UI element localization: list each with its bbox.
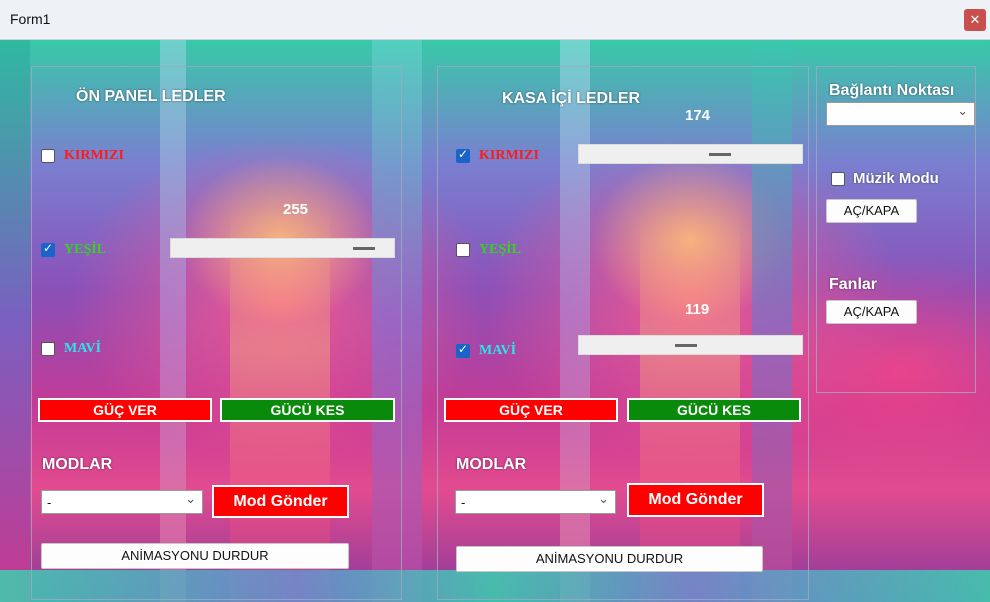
front-green-slider[interactable] [170,238,395,258]
music-toggle-button[interactable]: AÇ/KAPA [826,199,917,223]
front-mode-select[interactable]: - ⌄ [41,490,203,514]
case-blue-slider[interactable] [578,335,803,355]
slider-thumb[interactable] [709,153,731,156]
case-red-checkbox[interactable] [456,147,470,163]
front-green-checkbox[interactable] [41,241,55,257]
music-mode-label: Müzik Modu [853,170,939,187]
front-power-on-button[interactable]: GÜÇ VER [38,398,212,422]
slider-thumb[interactable] [675,344,697,347]
case-green-label: YEŞİL [479,242,522,257]
bg-stripe [0,40,30,602]
title-bar: Form1 ✕ [0,0,990,40]
case-green-checkbox[interactable] [456,243,470,257]
front-stop-animation-button[interactable]: ANİMASYONU DURDUR [41,543,349,569]
front-blue-checkbox[interactable] [41,342,55,356]
window-title: Form1 [10,11,51,27]
case-stop-animation-button[interactable]: ANİMASYONU DURDUR [456,546,763,572]
case-red-slider[interactable] [578,144,803,164]
case-modes-heading: MODLAR [456,456,527,473]
front-send-mode-button[interactable]: Mod Gönder [212,485,349,518]
front-modes-heading: MODLAR [42,456,113,473]
front-blue-label: MAVİ [64,341,102,356]
front-green-label: YEŞİL [64,242,107,257]
front-red-checkbox[interactable] [41,149,55,163]
fans-heading: Fanlar [829,276,878,293]
front-green-value: 255 [283,201,309,218]
port-select[interactable]: ⌄ [826,102,975,126]
front-red-label: KIRMIZI [64,148,124,163]
case-red-value: 174 [685,107,711,124]
case-blue-value: 119 [685,301,710,318]
chevron-down-icon: ⌄ [185,492,196,507]
music-mode-checkbox[interactable] [831,172,845,186]
slider-thumb[interactable] [353,247,375,250]
front-power-off-button[interactable]: GÜCÜ KES [220,398,395,422]
case-send-mode-button[interactable]: Mod Gönder [627,483,764,517]
case-power-on-button[interactable]: GÜÇ VER [444,398,618,422]
case-power-off-button[interactable]: GÜCÜ KES [627,398,801,422]
case-red-label: KIRMIZI [479,148,539,163]
front-mode-select-value: - [47,495,52,510]
case-panel-heading: KASA İÇİ LEDLER [502,90,641,107]
front-panel-group [31,66,402,600]
fans-toggle-button[interactable]: AÇ/KAPA [826,300,917,324]
chevron-down-icon: ⌄ [598,492,609,507]
close-icon[interactable]: ✕ [964,9,986,31]
case-blue-label: MAVİ [479,343,517,358]
front-panel-heading: ÖN PANEL LEDLER [76,88,226,105]
case-blue-checkbox[interactable] [456,342,470,358]
case-mode-select[interactable]: - ⌄ [455,490,616,514]
connection-heading: Bağlantı Noktası [829,82,955,99]
chevron-down-icon: ⌄ [957,104,968,119]
case-mode-select-value: - [461,495,466,510]
